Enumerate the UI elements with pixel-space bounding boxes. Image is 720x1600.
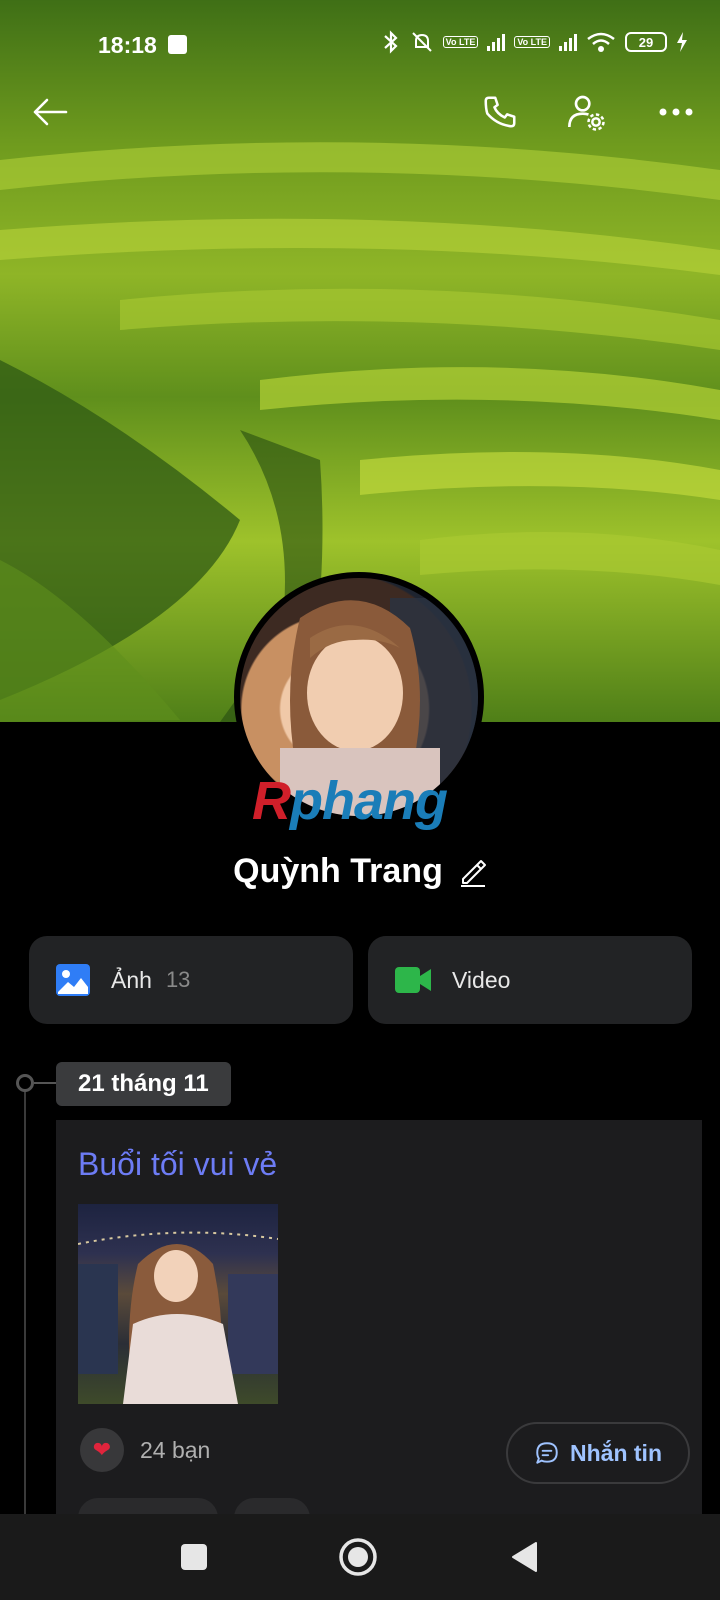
status-time: 18:18 bbox=[98, 32, 157, 58]
top-action-bar bbox=[0, 80, 720, 144]
more-button[interactable] bbox=[652, 88, 700, 136]
back-nav-button[interactable] bbox=[496, 1532, 552, 1582]
photos-label: Ảnh bbox=[111, 966, 152, 993]
upload-icon bbox=[168, 35, 187, 54]
video-label: Video bbox=[452, 966, 511, 993]
mute-bell-icon bbox=[411, 32, 432, 52]
home-button[interactable] bbox=[330, 1532, 386, 1582]
profile-name-row: Quỳnh Trang bbox=[0, 852, 720, 891]
volte-badge-2: Vo LTE bbox=[514, 36, 550, 48]
signal-icon-2 bbox=[559, 33, 577, 51]
photos-button[interactable]: Ảnh 13 bbox=[29, 936, 353, 1024]
bluetooth-icon bbox=[383, 30, 398, 54]
back-arrow-icon bbox=[33, 98, 68, 126]
call-button[interactable] bbox=[476, 88, 524, 136]
back-button[interactable] bbox=[26, 88, 74, 136]
video-camera-icon bbox=[395, 967, 431, 993]
timeline-post[interactable]: Buổi tối vui vẻ ❤ 24 bạn Nhắn tin bbox=[56, 1120, 702, 1538]
likes-count: 24 bạn bbox=[140, 1436, 211, 1463]
heart-icon: ❤ bbox=[80, 1428, 124, 1472]
recents-button[interactable] bbox=[166, 1532, 222, 1582]
timeline-connector bbox=[34, 1082, 56, 1084]
volte-badge: Vo LTE bbox=[442, 36, 479, 48]
watermark-logo: Rphang bbox=[252, 770, 448, 832]
watermark-part-1: R bbox=[252, 771, 291, 831]
post-photo-image bbox=[78, 1231, 278, 1404]
signal-icon bbox=[487, 33, 506, 51]
post-title: Buổi tối vui vẻ bbox=[78, 1146, 278, 1182]
timeline-dot bbox=[16, 1074, 34, 1092]
profile-name: Quỳnh Trang bbox=[233, 852, 443, 890]
profile-settings-button[interactable] bbox=[562, 88, 610, 136]
photos-count: 13 bbox=[165, 967, 191, 992]
message-button[interactable]: Nhắn tin bbox=[506, 1422, 690, 1484]
edit-icon[interactable] bbox=[459, 857, 487, 887]
user-settings-icon bbox=[568, 95, 605, 131]
battery-icon: 29 bbox=[625, 32, 667, 52]
wifi-icon bbox=[587, 32, 615, 52]
timeline-line bbox=[24, 1086, 26, 1516]
status-bar: 18:18 Vo LTE Vo LTE 29 bbox=[0, 0, 720, 90]
phone-icon bbox=[484, 96, 516, 128]
square-icon bbox=[181, 1544, 207, 1570]
chat-icon bbox=[536, 1442, 558, 1464]
timeline-date: 21 tháng 11 bbox=[56, 1062, 231, 1106]
home-circle-icon bbox=[339, 1538, 377, 1576]
more-icon bbox=[659, 108, 693, 116]
watermark-part-2: phang bbox=[290, 771, 448, 831]
likes-row[interactable]: ❤ 24 bạn bbox=[80, 1428, 210, 1472]
system-nav-bar bbox=[0, 1514, 720, 1600]
charging-icon bbox=[677, 32, 687, 52]
video-button[interactable]: Video bbox=[368, 936, 692, 1024]
triangle-back-icon bbox=[512, 1542, 537, 1572]
message-label: Nhắn tin bbox=[570, 1439, 662, 1466]
post-photo[interactable] bbox=[78, 1204, 278, 1404]
photo-icon bbox=[56, 964, 90, 996]
